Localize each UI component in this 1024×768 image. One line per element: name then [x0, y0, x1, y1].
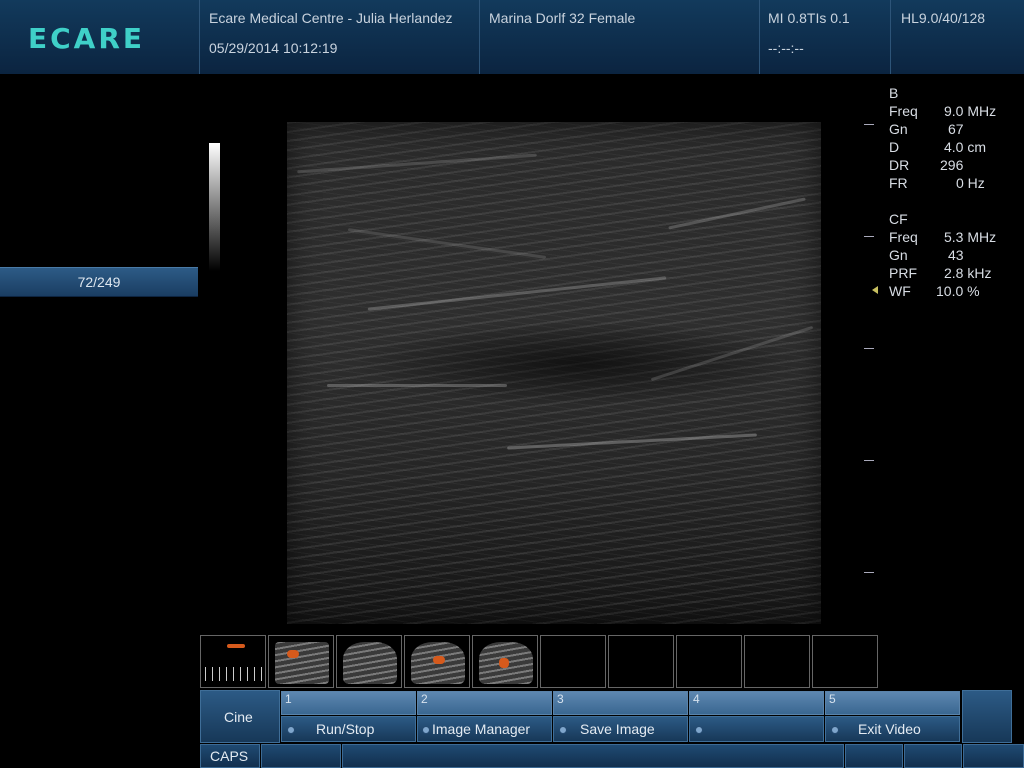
b-param-label: FR: [889, 175, 908, 191]
thumbnail-1[interactable]: [200, 635, 266, 688]
thumbnail-empty[interactable]: [608, 635, 674, 688]
b-param-value: 4.0 cm: [944, 139, 987, 155]
softkey-dot-icon: [695, 726, 703, 734]
caps-indicator: CAPS: [200, 744, 260, 768]
status-cell: [261, 744, 341, 768]
patient-panel: Marina Dorlf 32 Female: [480, 0, 760, 74]
softkey-number: 1: [281, 691, 416, 715]
probe-panel: HL9.0/40/128: [891, 0, 1024, 74]
cf-param-value: 5.3 MHz: [944, 229, 997, 245]
mi-tis-readout: MI 0.8TIs 0.1: [768, 10, 850, 26]
thumbnail-empty[interactable]: [540, 635, 606, 688]
b-param-value: 0 Hz: [956, 175, 985, 191]
softkey-dot-icon: [287, 726, 295, 734]
status-cell: [845, 744, 903, 768]
facility-name: Ecare Medical Centre - Julia Herlandez: [209, 10, 453, 26]
patient-info: Marina Dorlf 32 Female: [489, 10, 636, 26]
softkey-extra[interactable]: [962, 690, 1012, 743]
softkey-4-button[interactable]: [689, 716, 824, 742]
save-image-label: Save Image: [580, 721, 655, 737]
cf-param-label: PRF: [889, 265, 917, 281]
cine-label: Cine: [224, 709, 253, 725]
thumbnail-5[interactable]: [472, 635, 538, 688]
frame-counter[interactable]: 72/249: [0, 267, 198, 297]
b-param-label: D: [889, 139, 900, 155]
ecare-logo: ECARE: [28, 22, 146, 55]
b-param-label: Gn: [889, 121, 908, 137]
status-cell: [904, 744, 962, 768]
run-stop-label: Run/Stop: [316, 721, 375, 737]
b-param-value: 67: [948, 121, 964, 137]
exit-video-label: Exit Video: [858, 721, 921, 737]
thumbnail-3[interactable]: [336, 635, 402, 688]
b-mode-title: B: [889, 85, 899, 101]
caps-label: CAPS: [210, 748, 249, 764]
image-manager-label: Image Manager: [432, 721, 531, 737]
softkey-dot-icon: [559, 726, 567, 734]
status-cell: [342, 744, 844, 768]
softkey-dot-icon: [422, 726, 430, 734]
cf-param-value: 2.8 kHz: [944, 265, 992, 281]
thumbnail-empty[interactable]: [676, 635, 742, 688]
cf-param-label: Gn: [889, 247, 908, 263]
cf-param-label: WF: [889, 283, 911, 299]
softkey-number: 3: [553, 691, 688, 715]
grayscale-bar: [209, 143, 220, 271]
b-param-value: 296: [940, 157, 964, 173]
focus-marker-icon: [872, 286, 878, 294]
softkey-number: 2: [417, 691, 552, 715]
thumbnail-empty[interactable]: [744, 635, 810, 688]
cf-param-value: 10.0 %: [936, 283, 980, 299]
softkey-number: 4: [689, 691, 824, 715]
thumbnail-strip: [200, 635, 880, 689]
ultrasound-image: [287, 122, 821, 624]
cf-param-value: 43: [948, 247, 964, 263]
exam-timer: --:--:--: [768, 40, 804, 56]
cf-mode-title: CF: [889, 211, 908, 227]
facility-panel: Ecare Medical Centre - Julia Herlandez 0…: [200, 0, 480, 74]
thumbnail-empty[interactable]: [812, 635, 878, 688]
logo-panel: ECARE: [0, 0, 200, 74]
index-panel: MI 0.8TIs 0.1 --:--:--: [760, 0, 891, 74]
exam-datetime: 05/29/2014 10:12:19: [209, 40, 338, 56]
cf-param-label: Freq: [889, 229, 918, 245]
softkey-dot-icon: [831, 726, 839, 734]
softkey-number: 5: [825, 691, 960, 715]
thumbnail-4[interactable]: [404, 635, 470, 688]
probe-readout: HL9.0/40/128: [901, 10, 986, 26]
b-param-label: Freq: [889, 103, 918, 119]
b-param-value: 9.0 MHz: [944, 103, 997, 119]
thumbnail-2[interactable]: [268, 635, 334, 688]
b-param-label: DR: [889, 157, 910, 173]
status-cell: [963, 744, 1024, 768]
cine-button[interactable]: Cine: [200, 690, 280, 743]
